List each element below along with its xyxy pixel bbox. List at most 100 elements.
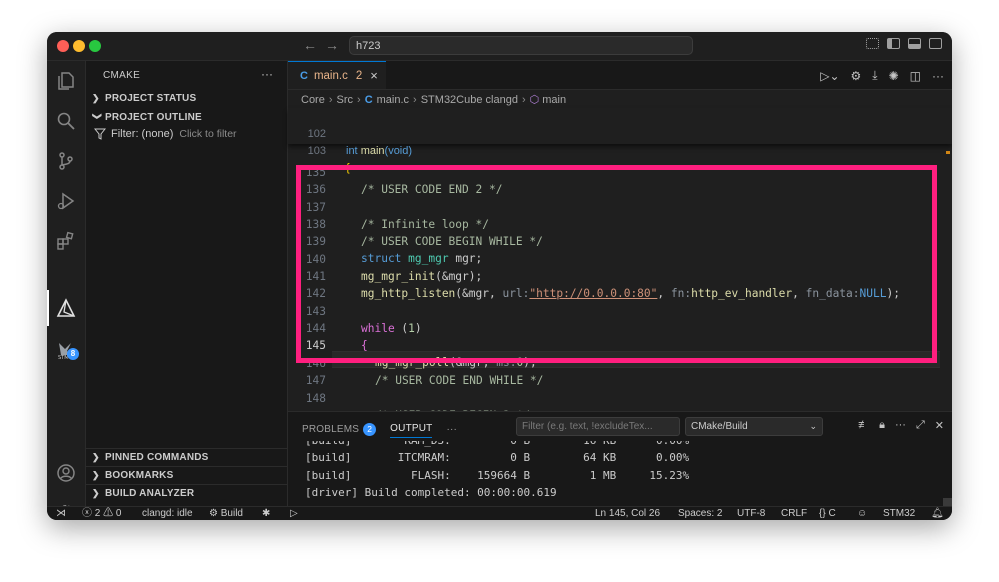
section-label: PROJECT STATUS: [105, 93, 197, 104]
code-line: 103 {: [288, 126, 952, 174]
run-play-icon[interactable]: ▷: [290, 507, 298, 520]
section-build-analyzer[interactable]: ❯ BUILD ANALYZER: [92, 488, 194, 499]
close-window-button[interactable]: [57, 40, 69, 52]
chevron-down-icon: ⌄: [809, 421, 817, 431]
indentation-status[interactable]: Spaces: 2: [678, 507, 722, 520]
cmake-sidebar: CMAKE ··· ❯ PROJECT STATUS ❯ PROJECT OUT…: [86, 61, 288, 506]
search-icon[interactable]: [55, 110, 77, 132]
code-line: 102 int main(void): [288, 109, 952, 157]
customize-layout-icon[interactable]: [866, 38, 879, 49]
copilot-icon[interactable]: ☺: [857, 507, 867, 520]
code-text[interactable]: int main(void): [346, 143, 412, 160]
breadcrumb-item[interactable]: main: [542, 94, 566, 106]
error-count: 2: [94, 508, 101, 519]
output-line: [build] RAM_D3: 0 B 16 KB 0.00%: [305, 441, 689, 449]
clangd-status[interactable]: clangd: idle: [142, 507, 193, 520]
sidebar-more-actions[interactable]: ···: [261, 67, 273, 81]
tab-output[interactable]: OUTPUT: [390, 423, 433, 438]
command-center-search[interactable]: h723: [349, 36, 693, 55]
explorer-icon[interactable]: [55, 70, 77, 92]
separator: [86, 484, 287, 485]
bottom-panel: PROBLEMS 2 OUTPUT ··· Filter (e.g. text,…: [288, 411, 952, 518]
target-status[interactable]: STM32: [883, 507, 915, 520]
editor-tabs: C main.c 2 × ▷⌄ ⚙ ⤓ ✺ ◫ ···: [288, 61, 952, 90]
lock-scroll-icon[interactable]: 🔒︎: [879, 419, 885, 432]
section-pinned-commands[interactable]: ❯ PINNED COMMANDS: [92, 452, 209, 463]
breadcrumb-separator-icon: ›: [357, 93, 361, 106]
error-icon: ⓧ: [82, 508, 92, 519]
section-bookmarks[interactable]: ❯ BOOKMARKS: [92, 470, 173, 481]
clear-output-icon[interactable]: ≢: [858, 419, 869, 432]
panel-more-tabs[interactable]: ···: [446, 424, 457, 435]
toggle-sidebar-icon[interactable]: [887, 38, 900, 49]
section-label: PINNED COMMANDS: [105, 452, 209, 463]
output-channel-select[interactable]: CMake/Build ⌄: [685, 417, 823, 436]
notifications-bell-icon[interactable]: 🔔︎: [931, 507, 944, 520]
gear-icon: ⚙: [209, 508, 218, 519]
breadcrumb-separator-icon: ›: [521, 93, 526, 106]
extensions-icon[interactable]: [55, 230, 77, 252]
language-label: C: [828, 508, 836, 519]
build-label: Build: [220, 508, 243, 519]
forward-arrow-icon[interactable]: →: [325, 37, 339, 53]
tab-close-button[interactable]: ×: [370, 68, 378, 83]
tab-problems[interactable]: PROBLEMS 2: [302, 422, 377, 436]
cursor-position[interactable]: Ln 145, Col 26: [595, 507, 660, 520]
minimize-window-button[interactable]: [73, 40, 85, 52]
run-debug-dropdown-icon[interactable]: ▷⌄: [820, 69, 839, 83]
separator: [86, 448, 287, 449]
source-control-icon[interactable]: [55, 150, 77, 172]
tab-main-c[interactable]: C main.c 2 ×: [288, 61, 386, 89]
more-actions-icon[interactable]: ···: [932, 69, 944, 83]
toggle-panel-icon[interactable]: [908, 38, 921, 49]
breadcrumb-item[interactable]: main.c: [377, 94, 409, 106]
build-button[interactable]: ⚙ Build: [209, 507, 243, 520]
outline-filter[interactable]: Filter: (none) Click to filter: [94, 128, 237, 140]
encoding-status[interactable]: UTF-8: [737, 507, 765, 520]
panel-actions: ≢ 🔒︎ ··· ⤢ ✕: [858, 419, 944, 432]
problems-badge: 2: [363, 422, 377, 436]
breadcrumb-item[interactable]: Core: [301, 94, 325, 106]
more-actions-icon[interactable]: ···: [895, 419, 906, 432]
toggle-secondary-sidebar-icon[interactable]: [929, 38, 942, 49]
download-icon[interactable]: ⤓: [872, 68, 877, 83]
language-mode[interactable]: {} C: [819, 507, 836, 520]
tab-label: OUTPUT: [390, 423, 433, 434]
back-arrow-icon[interactable]: ←: [303, 37, 317, 53]
line-number: 103: [307, 145, 326, 157]
breadcrumb-item[interactable]: STM32Cube clangd: [421, 94, 518, 106]
breadcrumb: Core › Src › C main.c › STM32Cube clangd…: [301, 93, 566, 107]
output-filter-input[interactable]: Filter (e.g. text, !excludeTex...: [516, 417, 680, 436]
output-line: [build] FLASH: 159664 B 1 MB 15.23%: [305, 468, 690, 482]
scrollbar-marker: [946, 151, 950, 154]
chatgpt-icon[interactable]: ✺: [889, 69, 899, 83]
chevron-right-icon: ❯: [92, 488, 100, 498]
debug-bug-icon[interactable]: ✱: [262, 507, 270, 520]
title-bar: ← → h723: [47, 32, 952, 61]
eol-status[interactable]: CRLF: [781, 507, 807, 520]
section-project-status[interactable]: ❯ PROJECT STATUS: [92, 93, 196, 104]
remote-indicator-icon[interactable]: ⋊: [56, 507, 66, 520]
cmake-icon[interactable]: [55, 297, 77, 319]
active-view-indicator: [47, 290, 49, 326]
section-label: BOOKMARKS: [105, 470, 174, 481]
close-panel-icon[interactable]: ✕: [935, 419, 944, 432]
split-editor-icon[interactable]: ◫: [910, 69, 921, 83]
braces-icon: {}: [819, 508, 826, 519]
maximize-panel-icon[interactable]: ⤢: [916, 419, 925, 432]
zoom-window-button[interactable]: [89, 40, 101, 52]
accounts-icon[interactable]: [55, 462, 77, 484]
settings-gear-icon[interactable]: ⚙: [851, 69, 862, 83]
filter-label: Filter: (none): [111, 128, 174, 140]
run-debug-icon[interactable]: [55, 190, 77, 212]
c-file-icon: C: [300, 69, 308, 82]
breadcrumb-item[interactable]: Src: [337, 94, 354, 106]
panel-tabs: PROBLEMS 2 OUTPUT ···: [302, 420, 457, 438]
filter-icon: [94, 128, 106, 140]
function-cube-icon: ⬡: [529, 94, 540, 106]
breadcrumb-separator-icon: ›: [413, 93, 417, 106]
section-project-outline[interactable]: ❯ PROJECT OUTLINE: [92, 112, 202, 123]
section-label: BUILD ANALYZER: [105, 488, 195, 499]
problems-status[interactable]: ⓧ 2 ⚠ 0: [82, 507, 121, 520]
activity-bar: STM 8 ST: [47, 61, 86, 520]
